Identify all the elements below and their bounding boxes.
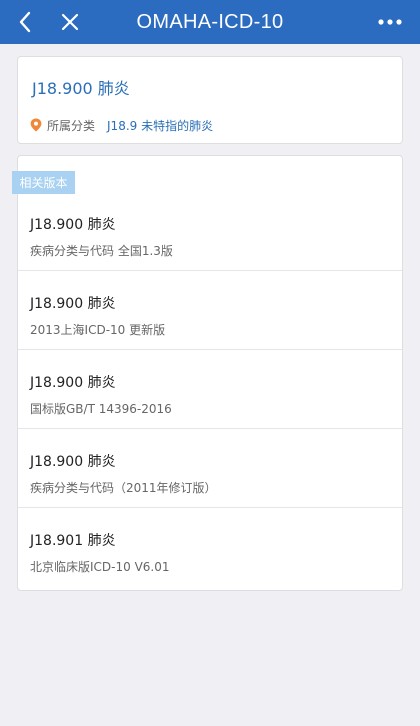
version-source: 北京临床版ICD-10 V6.01 [30,560,170,574]
category-link[interactable]: J18.9 未特指的肺炎 [107,117,213,134]
related-versions-badge: 相关版本 [12,171,75,194]
version-code-title: J18.900 肺炎 [30,375,116,391]
version-row[interactable]: J18.900 肺炎 疾病分类与代码 全国1.3版 [18,192,402,271]
version-code-title: J18.901 肺炎 [30,533,116,549]
version-code-title: J18.900 肺炎 [30,217,116,233]
close-button[interactable] [55,7,85,37]
version-source: 疾病分类与代码（2011年修订版） [30,481,217,495]
version-row[interactable]: J18.900 肺炎 2013上海ICD-10 更新版 [18,271,402,350]
more-menu-button[interactable] [372,7,408,37]
version-source: 2013上海ICD-10 更新版 [30,323,166,337]
version-row[interactable]: J18.900 肺炎 国标版GB/T 14396-2016 [18,350,402,429]
version-row[interactable]: J18.901 肺炎 北京临床版ICD-10 V6.01 [18,508,402,587]
more-dots-icon [378,19,402,25]
version-code-title: J18.900 肺炎 [30,296,116,312]
chevron-left-icon [19,11,31,33]
back-button[interactable] [10,7,40,37]
version-source: 国标版GB/T 14396-2016 [30,402,172,416]
version-code-title: J18.900 肺炎 [30,454,116,470]
close-icon [61,13,79,31]
category-row: 所属分类 J18.9 未特指的肺炎 [30,116,213,134]
code-title: J18.900 肺炎 [32,79,130,98]
location-pin-icon [30,118,42,132]
category-label: 所属分类 [47,118,96,133]
version-row[interactable]: J18.900 肺炎 疾病分类与代码（2011年修订版） [18,429,402,508]
top-navigation-bar: OMAHA-ICD-10 [0,0,420,44]
code-summary-card: J18.900 肺炎 所属分类 J18.9 未特指的肺炎 [17,56,403,144]
related-versions-card: J18.900 肺炎 疾病分类与代码 全国1.3版 J18.900 肺炎 201… [17,155,403,591]
version-source: 疾病分类与代码 全国1.3版 [30,244,173,258]
